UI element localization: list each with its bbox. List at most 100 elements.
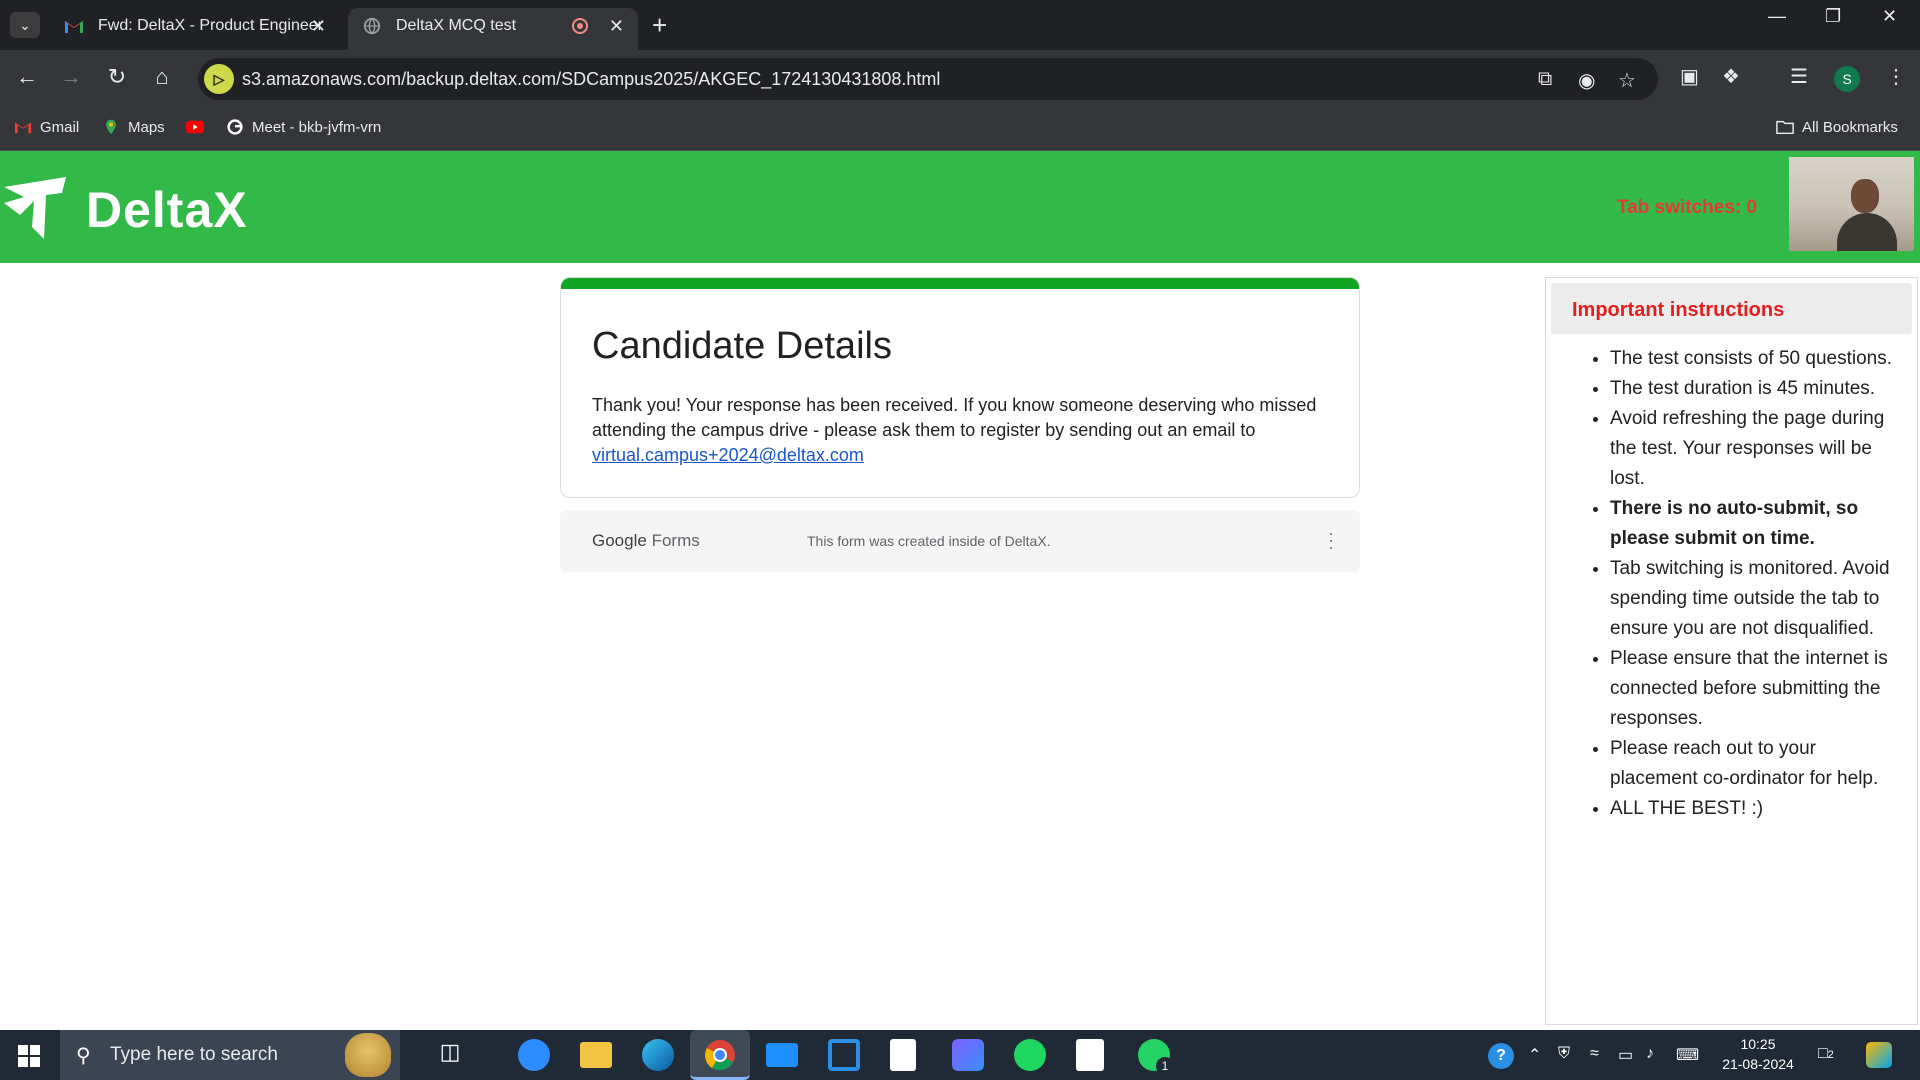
instructions-title: Important instructions — [1572, 299, 1785, 321]
vscode-app-icon[interactable] — [828, 1039, 860, 1071]
instruction-item: Please ensure that the internet is conne… — [1610, 644, 1906, 734]
windows-taskbar: ⚲ Type here to search ◫ 1 ? ⌃ ⛨ ≈ ▭ ♪ ⌨ … — [0, 1030, 1920, 1080]
help-icon[interactable]: ? — [1488, 1043, 1514, 1069]
close-window-icon[interactable]: ✕ — [1882, 6, 1897, 27]
form-footer-note: This form was created inside of DeltaX. — [807, 533, 1051, 549]
chrome-logo-icon — [705, 1040, 735, 1071]
instructions-header: Important instructions — [1551, 283, 1912, 334]
notifications-icon[interactable]: □2 — [1818, 1045, 1834, 1063]
bookmark-gmail[interactable]: Gmail — [14, 119, 79, 136]
forms-wordmark: Forms — [651, 531, 700, 550]
chrome-app-icon[interactable] — [690, 1030, 750, 1080]
reload-icon[interactable]: ↻ — [102, 64, 132, 90]
extensions-puzzle-icon[interactable]: ❖ — [1722, 64, 1740, 89]
google-icon — [227, 119, 243, 135]
security-icon[interactable]: ⛨ — [1558, 1045, 1570, 1063]
recording-icon — [572, 18, 588, 34]
copy-link-icon[interactable]: ⧉ — [1538, 68, 1552, 91]
bookmark-label: Maps — [128, 119, 165, 136]
media-controls-icon[interactable]: ☰ — [1790, 64, 1808, 89]
back-icon[interactable]: ← — [12, 64, 42, 90]
instructions-list: The test consists of 50 questions. The t… — [1610, 344, 1906, 824]
webcam-preview — [1789, 157, 1914, 251]
profile-avatar[interactable]: S — [1834, 66, 1860, 92]
taskbar-search[interactable]: ⚲ Type here to search — [60, 1030, 400, 1080]
close-tab-icon[interactable]: ✕ — [311, 8, 326, 44]
tab-gmail[interactable]: Fwd: DeltaX - Product Engineer ✕ — [50, 8, 340, 50]
tab-deltax-mcq[interactable]: DeltaX MCQ test ✕ — [348, 8, 638, 50]
form-message-text: Thank you! Your response has been receiv… — [592, 395, 1317, 440]
menu-kebab-icon[interactable]: ⋮ — [1886, 64, 1906, 89]
url-text: s3.amazonaws.com/backup.deltax.com/SDCam… — [242, 69, 941, 89]
bookmark-label: Gmail — [40, 119, 80, 136]
bookmark-maps[interactable]: Maps — [102, 119, 165, 136]
folder-icon — [1776, 120, 1794, 135]
forward-icon[interactable]: → — [56, 64, 86, 90]
extension-icon[interactable]: ▣ — [1680, 64, 1699, 89]
more-options-icon[interactable]: · · · — [1326, 524, 1336, 556]
instruction-item: The test duration is 45 minutes. — [1610, 374, 1906, 404]
instruction-item: ALL THE BEST! :) — [1610, 794, 1906, 824]
keyboard-icon[interactable]: ⌨ — [1676, 1045, 1699, 1065]
zoom-app-icon[interactable] — [518, 1039, 550, 1071]
battery-icon[interactable]: ▭ — [1618, 1045, 1633, 1065]
tracking-protection-icon[interactable]: ◉ — [1578, 68, 1595, 93]
bookmark-star-icon[interactable]: ☆ — [1618, 68, 1636, 93]
search-highlight-icon — [345, 1033, 391, 1077]
notification-count: 2 — [1827, 1049, 1834, 1061]
instruction-item: There is no auto-submit, so please submi… — [1610, 494, 1906, 554]
bookmarks-bar: Gmail Maps Meet - bkb-jvfm-vrn All Bookm… — [0, 108, 1920, 151]
new-tab-button[interactable]: + — [652, 8, 667, 42]
form-confirmation-card: Candidate Details Thank you! Your respon… — [560, 277, 1360, 498]
instruction-item: Tab switching is monitored. Avoid spendi… — [1610, 554, 1906, 644]
file-explorer-icon[interactable] — [580, 1042, 612, 1068]
mail-app-icon[interactable] — [766, 1043, 798, 1067]
spotify-app-icon[interactable] — [1014, 1039, 1046, 1071]
whatsapp-badge: 1 — [1156, 1057, 1174, 1075]
edge-app-icon[interactable] — [642, 1039, 674, 1071]
instruction-item: Avoid refreshing the page during the tes… — [1610, 404, 1906, 494]
tab-title: DeltaX MCQ test — [396, 17, 517, 34]
email-link[interactable]: virtual.campus+2024@deltax.com — [592, 445, 864, 465]
form-accent-bar — [561, 278, 1359, 289]
form-message: Thank you! Your response has been receiv… — [592, 393, 1332, 468]
windows-start-icon[interactable] — [18, 1045, 40, 1067]
whatsapp-app-icon[interactable]: 1 — [1138, 1039, 1174, 1075]
mongodb-app-icon[interactable] — [1076, 1039, 1104, 1071]
minimize-icon[interactable]: — — [1768, 6, 1786, 27]
all-bookmarks-label: All Bookmarks — [1802, 119, 1898, 136]
search-icon: ⚲ — [76, 1045, 91, 1067]
gmail-icon — [65, 21, 83, 33]
restore-icon[interactable]: ❐ — [1825, 6, 1841, 27]
bookmark-label: Meet - bkb-jvfm-vrn — [252, 119, 382, 136]
google-forms-logo[interactable]: Google Forms — [592, 531, 700, 551]
address-bar[interactable]: ▷ s3.amazonaws.com/backup.deltax.com/SDC… — [198, 58, 1658, 100]
show-hidden-icons-icon[interactable]: ⌃ — [1528, 1045, 1541, 1065]
task-view-icon[interactable]: ◫ — [434, 1039, 466, 1071]
deltax-logo-icon — [4, 177, 66, 239]
tab-search-dropdown-icon[interactable]: ⌄ — [10, 12, 40, 38]
form-title: Candidate Details — [592, 325, 892, 367]
volume-icon[interactable]: ♪ — [1646, 1045, 1654, 1063]
all-bookmarks[interactable]: All Bookmarks — [1776, 119, 1898, 136]
home-icon[interactable]: ⌂ — [147, 64, 177, 90]
google-wordmark: Google — [592, 531, 647, 550]
bookmark-youtube[interactable] — [186, 119, 212, 136]
browser-toolbar: ← → ↻ ⌂ ▷ s3.amazonaws.com/backup.deltax… — [0, 50, 1920, 108]
youtube-icon — [186, 120, 204, 134]
wifi-icon[interactable]: ≈ — [1590, 1045, 1599, 1063]
webcam-body — [1837, 213, 1897, 251]
form-footer: Google Forms This form was created insid… — [560, 510, 1360, 572]
site-header: DeltaX Tab switches: 0 — [0, 151, 1920, 263]
notepad-app-icon[interactable] — [890, 1039, 916, 1071]
instruction-item: Please reach out to your placement co-or… — [1610, 734, 1906, 794]
globe-icon — [363, 17, 381, 35]
tab-switch-counter: Tab switches: 0 — [1617, 197, 1758, 218]
system-clock[interactable]: 10:25 21-08-2024 — [1718, 1034, 1798, 1074]
bookmark-meet[interactable]: Meet - bkb-jvfm-vrn — [226, 119, 381, 136]
weather-widget-icon[interactable] — [1866, 1042, 1892, 1068]
close-tab-icon[interactable]: ✕ — [609, 8, 624, 44]
camera-indicator-icon[interactable]: ▷ — [204, 64, 234, 94]
copilot-app-icon[interactable] — [952, 1039, 984, 1071]
instruction-item: The test consists of 50 questions. — [1610, 344, 1906, 374]
